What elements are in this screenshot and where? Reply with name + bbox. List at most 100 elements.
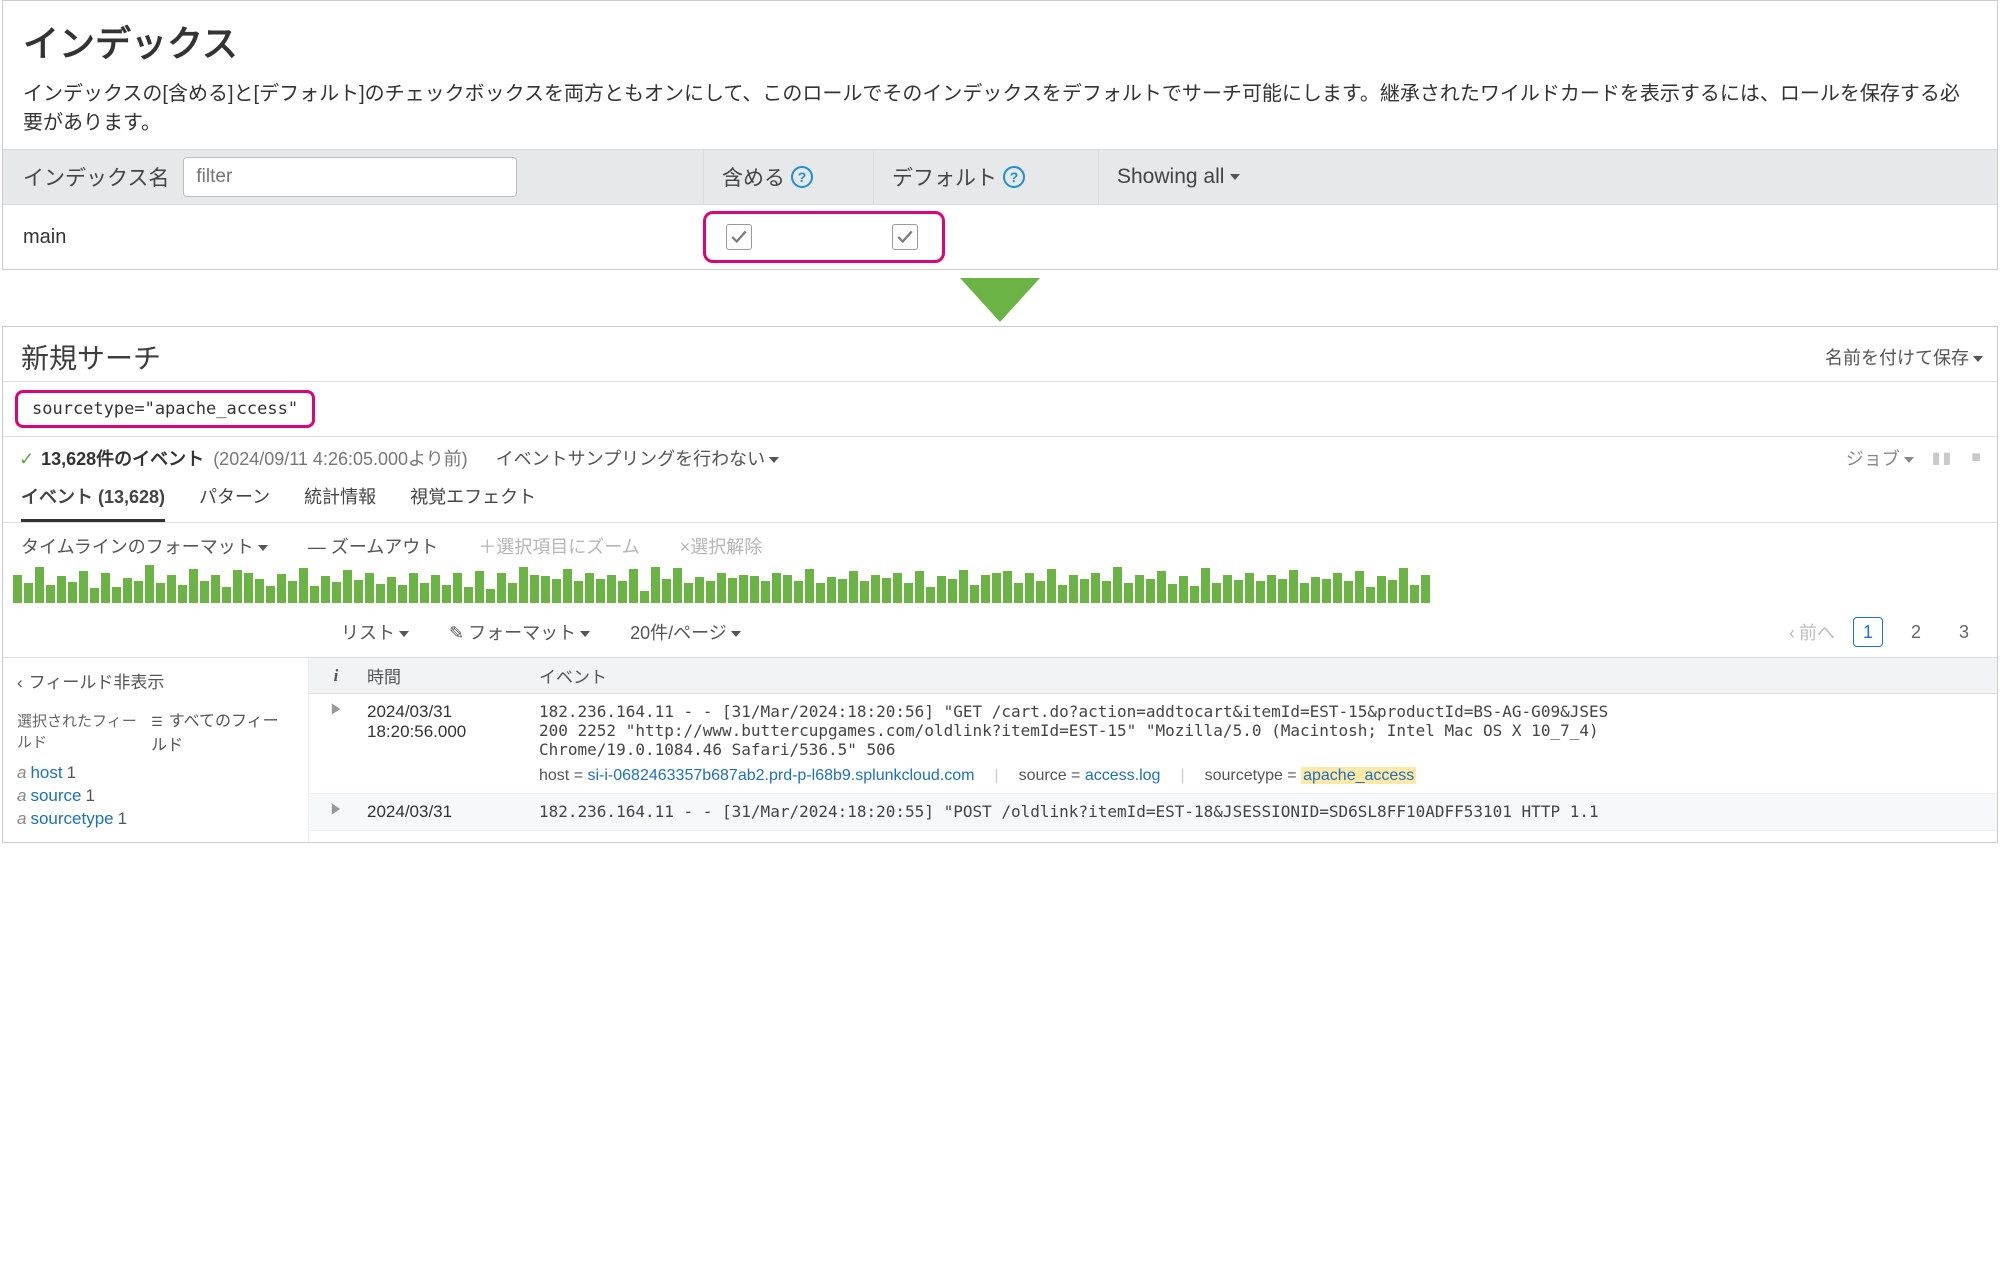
timeline-bar[interactable] — [497, 573, 506, 603]
timeline-bar[interactable] — [112, 587, 121, 603]
timeline-bar[interactable] — [233, 570, 242, 603]
timeline-bar[interactable] — [970, 585, 979, 603]
timeline-bar[interactable] — [1003, 571, 1012, 603]
all-fields-button[interactable]: すべてのフィールド — [151, 707, 294, 755]
timeline-bar[interactable] — [1256, 581, 1265, 603]
timeline-bar[interactable] — [1124, 583, 1133, 603]
timeline-bar[interactable] — [596, 579, 605, 603]
timeline-bar[interactable] — [1058, 585, 1067, 603]
timeline-bar[interactable] — [893, 573, 902, 603]
timeline-bar[interactable] — [1300, 583, 1309, 603]
expand-icon[interactable] — [309, 802, 363, 822]
timeline-bar[interactable] — [849, 571, 858, 603]
timeline-bar[interactable] — [1366, 587, 1375, 603]
timeline-bar[interactable] — [35, 567, 44, 603]
timeline-bar[interactable] — [431, 575, 440, 603]
timeline-bar[interactable] — [68, 582, 77, 603]
timeline-bar[interactable] — [706, 581, 715, 603]
timeline-bar[interactable] — [442, 585, 451, 603]
tab-statistics[interactable]: 統計情報 — [304, 483, 376, 522]
timeline-bar[interactable] — [937, 576, 946, 603]
timeline-bar[interactable] — [222, 587, 231, 603]
timeline-bar[interactable] — [1399, 568, 1408, 603]
timeline-bar[interactable] — [376, 584, 385, 603]
timeline-bar[interactable] — [728, 578, 737, 603]
timeline-bar[interactable] — [365, 573, 374, 603]
timeline-bar[interactable] — [926, 587, 935, 603]
timeline-bar[interactable] — [310, 586, 319, 603]
timeline-bar[interactable] — [717, 573, 726, 603]
per-page-dropdown[interactable]: 20件/ページ — [630, 619, 741, 645]
search-query-text[interactable]: sourcetype="apache_access" — [15, 390, 315, 428]
timeline-bar[interactable] — [1344, 581, 1353, 603]
showing-dropdown[interactable]: Showing all — [1117, 165, 1240, 189]
timeline-chart[interactable] — [3, 563, 1997, 607]
timeline-bar[interactable] — [585, 573, 594, 603]
timeline-bar[interactable] — [629, 569, 638, 603]
timeline-bar[interactable] — [1190, 586, 1199, 603]
timeline-bar[interactable] — [871, 575, 880, 603]
timeline-bar[interactable] — [156, 583, 165, 603]
timeline-bar[interactable] — [684, 583, 693, 603]
timeline-bar[interactable] — [343, 570, 352, 603]
timeline-bar[interactable] — [1135, 575, 1144, 603]
timeline-bar[interactable] — [266, 586, 275, 603]
zoom-out-button[interactable]: — ズームアウト — [308, 533, 438, 559]
meta-source[interactable]: access.log — [1085, 767, 1161, 784]
field-host[interactable]: ahost1 — [17, 763, 294, 783]
timeline-bar[interactable] — [13, 575, 22, 603]
timeline-bar[interactable] — [1036, 581, 1045, 603]
timeline-bar[interactable] — [1091, 573, 1100, 603]
timeline-bar[interactable] — [816, 583, 825, 603]
tab-events[interactable]: イベント (13,628) — [21, 483, 165, 522]
timeline-bar[interactable] — [1157, 571, 1166, 603]
timeline-bar[interactable] — [123, 578, 132, 603]
timeline-bar[interactable] — [1069, 575, 1078, 603]
timeline-bar[interactable] — [57, 576, 66, 603]
timeline-bar[interactable] — [1355, 571, 1364, 603]
timeline-bar[interactable] — [959, 570, 968, 603]
timeline-bar[interactable] — [189, 569, 198, 603]
timeline-bar[interactable] — [211, 575, 220, 603]
timeline-bar[interactable] — [552, 579, 561, 603]
event-raw-line[interactable]: 182.236.164.11 - - [31/Mar/2024:18:20:55… — [539, 802, 1997, 821]
timeline-bar[interactable] — [1113, 567, 1122, 603]
timeline-bar[interactable] — [244, 573, 253, 603]
timeline-format-dropdown[interactable]: タイムラインのフォーマット — [21, 533, 268, 559]
timeline-bar[interactable] — [46, 585, 55, 603]
timeline-bar[interactable] — [882, 578, 891, 603]
meta-sourcetype[interactable]: apache_access — [1301, 767, 1416, 784]
timeline-bar[interactable] — [574, 581, 583, 603]
timeline-bar[interactable] — [409, 573, 418, 603]
timeline-bar[interactable] — [387, 577, 396, 603]
save-as-dropdown[interactable]: 名前を付けて保存 — [1825, 344, 1983, 370]
timeline-bar[interactable] — [1168, 584, 1177, 603]
timeline-bar[interactable] — [464, 587, 473, 603]
timeline-bar[interactable] — [486, 589, 495, 603]
timeline-bar[interactable] — [332, 582, 341, 603]
hide-fields-button[interactable]: フィールド非表示 — [17, 668, 294, 693]
timeline-bar[interactable] — [1421, 575, 1430, 603]
timeline-bar[interactable] — [101, 573, 110, 603]
sampling-dropdown[interactable]: イベントサンプリングを行わない — [496, 445, 779, 471]
timeline-bar[interactable] — [860, 581, 869, 603]
event-raw-line[interactable]: 200 2252 "http://www.buttercupgames.com/… — [539, 721, 1997, 740]
timeline-bar[interactable] — [1278, 579, 1287, 603]
timeline-bar[interactable] — [24, 583, 33, 603]
timeline-bar[interactable] — [420, 583, 429, 603]
col-time[interactable]: 時間 — [363, 663, 533, 688]
timeline-bar[interactable] — [1289, 570, 1298, 603]
timeline-bar[interactable] — [1267, 575, 1276, 603]
timeline-bar[interactable] — [530, 575, 539, 603]
timeline-bar[interactable] — [508, 583, 517, 603]
index-filter-input[interactable] — [183, 157, 517, 197]
list-view-dropdown[interactable]: リスト — [341, 619, 409, 645]
help-icon[interactable]: ? — [791, 166, 813, 188]
timeline-bar[interactable] — [519, 567, 528, 603]
timeline-bar[interactable] — [750, 576, 759, 603]
timeline-bar[interactable] — [288, 581, 297, 603]
timeline-bar[interactable] — [321, 576, 330, 603]
timeline-bar[interactable] — [651, 567, 660, 603]
timeline-bar[interactable] — [1201, 568, 1210, 603]
timeline-bar[interactable] — [915, 571, 924, 603]
